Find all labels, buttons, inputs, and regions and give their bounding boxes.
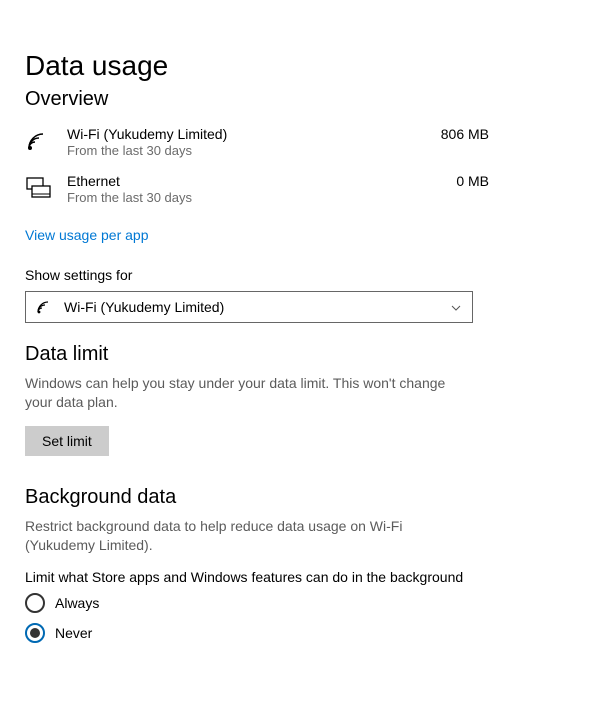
view-usage-per-app-link[interactable]: View usage per app: [25, 227, 149, 243]
data-limit-heading: Data limit: [25, 343, 579, 366]
page-title: Data usage: [25, 50, 579, 82]
radio-circle: [25, 593, 45, 613]
radio-never[interactable]: Never: [25, 623, 579, 643]
usage-item-ethernet[interactable]: Ethernet From the last 30 days 0 MB: [25, 166, 579, 213]
usage-list: Wi-Fi (Yukudemy Limited) From the last 3…: [25, 119, 579, 213]
radio-inner-dot: [30, 628, 40, 638]
chevron-down-icon: [450, 301, 462, 313]
data-limit-description: Windows can help you stay under your dat…: [25, 374, 475, 412]
dropdown-selected-text: Wi-Fi (Yukudemy Limited): [64, 299, 450, 315]
show-settings-for-dropdown[interactable]: Wi-Fi (Yukudemy Limited): [25, 291, 473, 323]
background-data-description: Restrict background data to help reduce …: [25, 517, 475, 555]
usage-amount: 806 MB: [441, 125, 579, 142]
usage-name: Ethernet: [67, 172, 444, 190]
usage-sub: From the last 30 days: [67, 143, 429, 160]
background-radio-group: Always Never: [25, 593, 579, 643]
usage-sub: From the last 30 days: [67, 190, 444, 207]
radio-circle: [25, 623, 45, 643]
overview-heading: Overview: [25, 88, 579, 111]
show-settings-for-label: Show settings for: [25, 267, 579, 283]
set-limit-button[interactable]: Set limit: [25, 426, 109, 456]
radio-label: Never: [55, 625, 92, 641]
background-limit-question: Limit what Store apps and Windows featur…: [25, 569, 579, 585]
usage-item-wifi[interactable]: Wi-Fi (Yukudemy Limited) From the last 3…: [25, 119, 579, 166]
wifi-icon: [25, 125, 55, 155]
usage-amount: 0 MB: [456, 172, 579, 189]
wifi-icon: [36, 298, 54, 316]
usage-name: Wi-Fi (Yukudemy Limited): [67, 125, 429, 143]
radio-label: Always: [55, 595, 99, 611]
ethernet-icon: [25, 172, 55, 202]
radio-always[interactable]: Always: [25, 593, 579, 613]
background-data-heading: Background data: [25, 486, 579, 509]
